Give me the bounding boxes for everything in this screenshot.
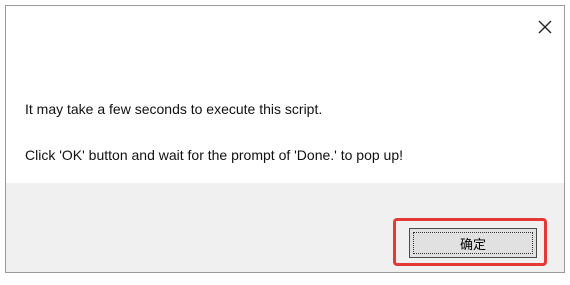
ok-button[interactable]: 确定 [409, 228, 537, 258]
message-area: It may take a few seconds to execute thi… [6, 6, 564, 184]
focus-ring [413, 232, 533, 254]
message-text-1: It may take a few seconds to execute thi… [25, 101, 323, 117]
message-text-2: Click 'OK' button and wait for the promp… [25, 147, 404, 163]
